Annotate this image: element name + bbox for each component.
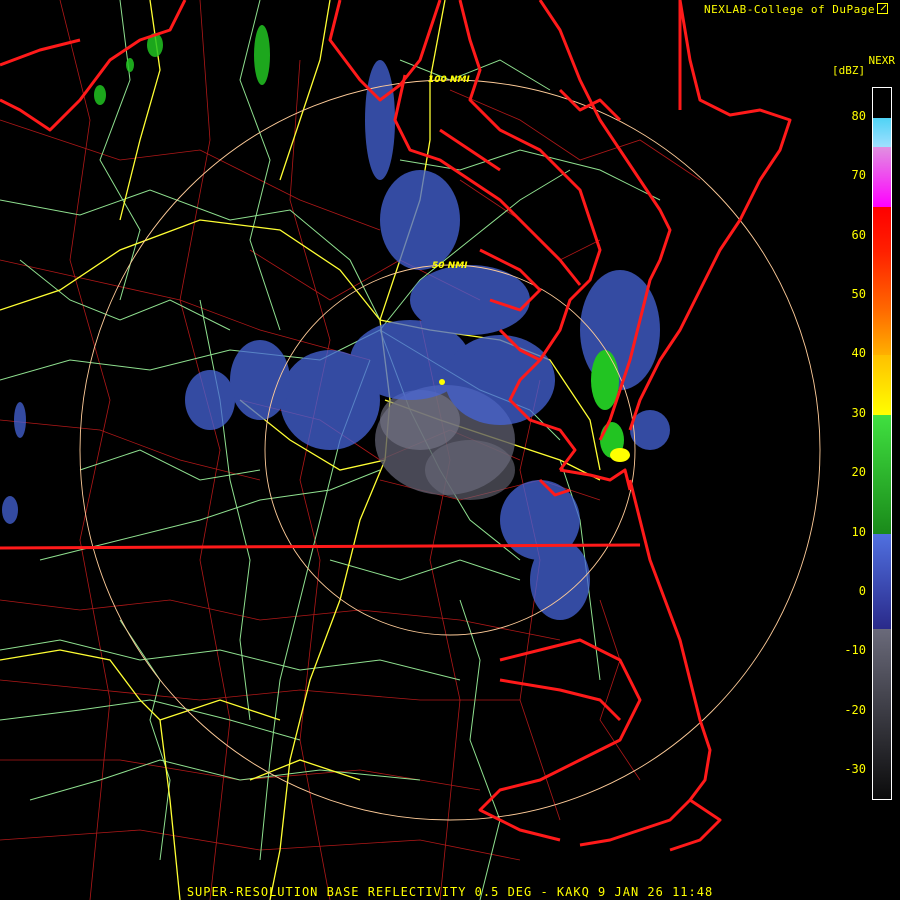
- legend-tick-label: -30: [844, 762, 866, 777]
- legend-tick-label: 40: [851, 346, 866, 361]
- radar-map[interactable]: 50 NMI 100 NMI: [0, 0, 900, 900]
- legend-band-light: [873, 355, 891, 415]
- county-lines: [0, 0, 701, 900]
- legend-band-extreme: [873, 117, 891, 148]
- legend-band-blue: [873, 533, 891, 629]
- legend-tick-label: -20: [844, 702, 866, 717]
- legend-tick-label: 0: [858, 584, 866, 599]
- legend-tick-label: 30: [851, 405, 866, 420]
- external-link-icon[interactable]: [877, 3, 888, 14]
- legend-tick-label: -10: [844, 643, 866, 658]
- legend-units: [dBZ]: [832, 64, 866, 77]
- product-code: NEXR: [868, 54, 896, 67]
- credit-text: NEXLAB-College of DuPage: [704, 3, 875, 16]
- legend-tick-label: 10: [851, 524, 866, 539]
- color-legend: [872, 87, 892, 800]
- legend-tick-label: 80: [851, 108, 866, 123]
- range-label-50: 50 NMI: [432, 261, 468, 271]
- legend-tick-label: 20: [851, 465, 866, 480]
- legend-band-grey: [873, 628, 891, 799]
- legend-band-high: [873, 206, 891, 356]
- range-label-100: 100 NMI: [428, 75, 470, 85]
- product-title: SUPER-RESOLUTION BASE REFLECTIVITY 0.5 D…: [186, 885, 714, 899]
- legend-band-green: [873, 414, 891, 534]
- credit-label[interactable]: NEXLAB-College of DuPage: [704, 3, 888, 16]
- legend-band-very-high: [873, 147, 891, 207]
- legend-tick-label: 60: [851, 227, 866, 242]
- legend-band-top: [873, 88, 891, 118]
- legend-tick-label: 50: [851, 286, 866, 301]
- legend-tick-label: 70: [851, 168, 866, 183]
